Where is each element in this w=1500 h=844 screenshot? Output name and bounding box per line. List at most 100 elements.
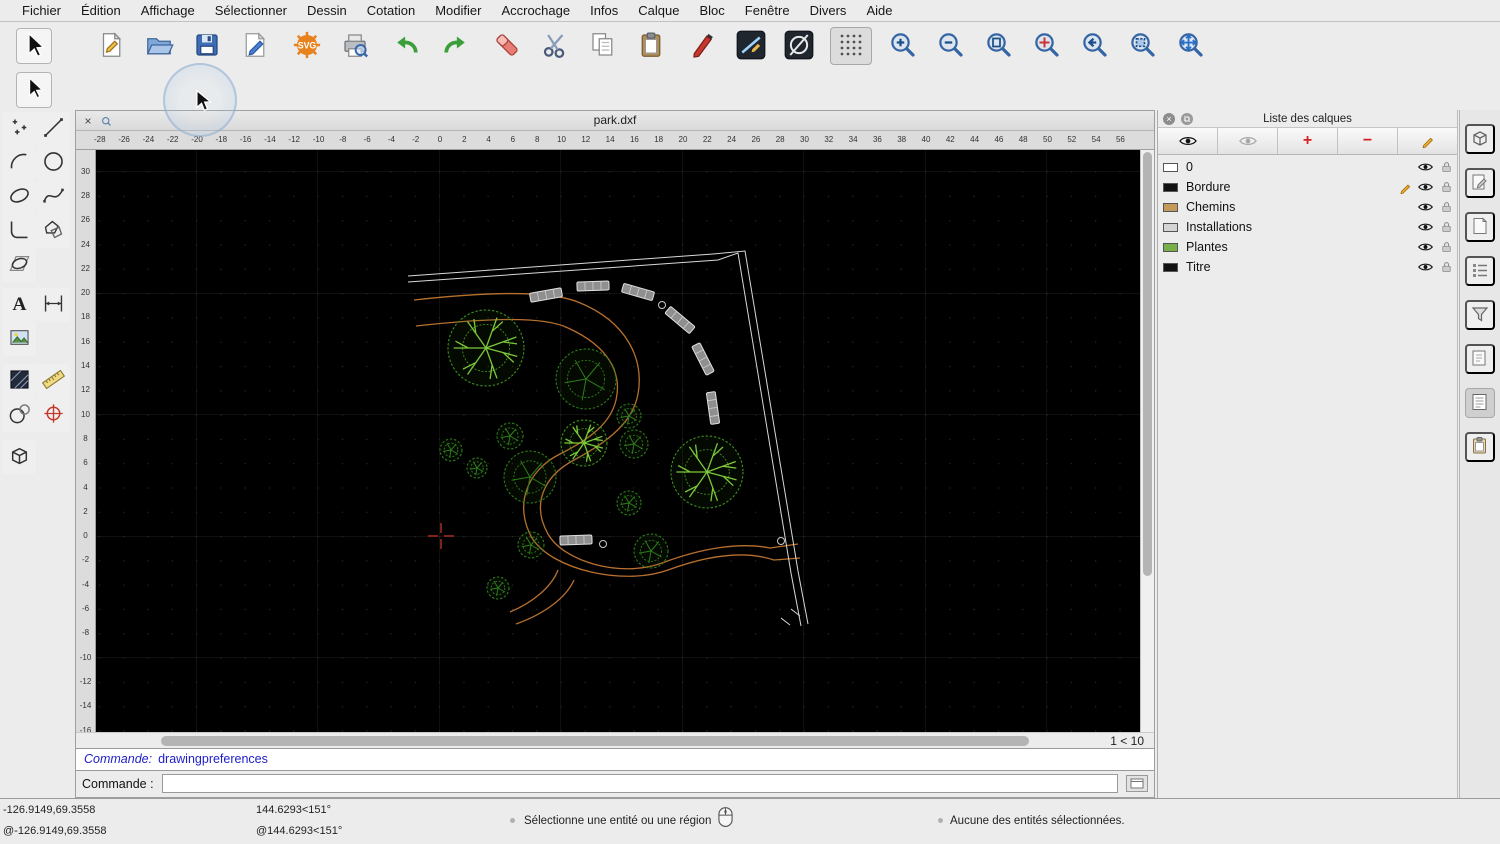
- layer-color-swatch[interactable]: [1163, 162, 1178, 172]
- delete-entities-button[interactable]: [486, 27, 528, 65]
- dock-clipboard-button[interactable]: [1465, 432, 1495, 462]
- menu-item-accrochage[interactable]: Accrochage: [491, 0, 580, 22]
- layer-row-plantes[interactable]: Plantes: [1158, 237, 1457, 257]
- menu-item-fenetre[interactable]: Fenêtre: [735, 0, 800, 22]
- lock-icon[interactable]: [1441, 161, 1452, 173]
- layer-color-swatch[interactable]: [1163, 222, 1178, 232]
- menu-item-infos[interactable]: Infos: [580, 0, 628, 22]
- lock-icon[interactable]: [1441, 261, 1452, 273]
- menu-item-selectionner[interactable]: Sélectionner: [205, 0, 297, 22]
- tool-3d-box-button[interactable]: [2, 440, 36, 474]
- lock-icon[interactable]: [1441, 201, 1452, 213]
- menu-item-cotation[interactable]: Cotation: [357, 0, 425, 22]
- tool-measure-button[interactable]: [36, 364, 70, 398]
- window-close-button[interactable]: ×: [80, 113, 96, 129]
- menu-item-edition[interactable]: Édition: [71, 0, 131, 22]
- layer-row-chemins[interactable]: Chemins: [1158, 197, 1457, 217]
- edit-drawing-button[interactable]: [234, 27, 276, 65]
- lock-icon[interactable]: [1441, 221, 1452, 233]
- eye-icon[interactable]: [1418, 242, 1433, 252]
- add-layer-button[interactable]: +: [1278, 128, 1338, 154]
- zoom-window-button[interactable]: [1122, 27, 1164, 65]
- eye-icon[interactable]: [1418, 262, 1433, 272]
- tool-ellipse-arc-button[interactable]: [2, 248, 36, 282]
- layer-row-0[interactable]: 0: [1158, 157, 1457, 177]
- menu-item-affichage[interactable]: Affichage: [131, 0, 205, 22]
- dock-append-button[interactable]: [1465, 168, 1495, 198]
- tool-line-button[interactable]: [36, 112, 70, 146]
- paste-button[interactable]: [630, 27, 672, 65]
- eye-icon[interactable]: [1418, 222, 1433, 232]
- eye-icon[interactable]: [1418, 162, 1433, 172]
- layer-row-titre[interactable]: Titre: [1158, 257, 1457, 277]
- vertical-scrollbar[interactable]: [1140, 150, 1154, 733]
- dock-page-button[interactable]: [1465, 212, 1495, 242]
- window-zoom-icon[interactable]: [98, 113, 114, 129]
- tool-snap-distance-button[interactable]: [36, 398, 70, 432]
- svg-export-button[interactable]: SVG: [286, 27, 328, 65]
- cut-button[interactable]: [534, 27, 576, 65]
- pen-attributes-button[interactable]: [682, 27, 724, 65]
- menu-item-fichier[interactable]: Fichier: [12, 0, 71, 22]
- copy-button[interactable]: [582, 27, 624, 65]
- layer-row-bordure[interactable]: Bordure: [1158, 177, 1457, 197]
- tool-hatch-button[interactable]: [2, 364, 36, 398]
- horizontal-scrollbar-thumb[interactable]: [161, 735, 1029, 746]
- save-file-button[interactable]: [186, 27, 228, 65]
- hide-all-layers-button[interactable]: [1218, 128, 1278, 154]
- lock-icon[interactable]: [1441, 181, 1452, 193]
- layer-row-installations[interactable]: Installations: [1158, 217, 1457, 237]
- show-all-layers-button[interactable]: [1158, 128, 1218, 154]
- zoom-out-button[interactable]: [930, 27, 972, 65]
- menu-item-dessin[interactable]: Dessin: [297, 0, 357, 22]
- panel-close-button[interactable]: ×: [1163, 113, 1175, 125]
- zoom-pan-button[interactable]: [1170, 27, 1212, 65]
- dock-list-button[interactable]: [1465, 256, 1495, 286]
- tool-points-button[interactable]: [2, 112, 36, 146]
- command-dock-button[interactable]: [1126, 775, 1148, 793]
- tool-text-button[interactable]: A: [2, 288, 36, 322]
- zoom-auto-button[interactable]: [978, 27, 1020, 65]
- tool-corner-button[interactable]: [2, 214, 36, 248]
- layer-color-swatch[interactable]: [1163, 202, 1178, 212]
- remove-layer-button[interactable]: −: [1338, 128, 1398, 154]
- eye-icon[interactable]: [1418, 182, 1433, 192]
- menu-item-aide[interactable]: Aide: [856, 0, 902, 22]
- menu-item-divers[interactable]: Divers: [800, 0, 857, 22]
- open-file-button[interactable]: [138, 27, 180, 65]
- line-attributes-button[interactable]: [730, 27, 772, 65]
- tool-polygon-button[interactable]: [36, 214, 70, 248]
- tool-circle-button[interactable]: [36, 146, 70, 180]
- menu-item-modifier[interactable]: Modifier: [425, 0, 491, 22]
- dock-edit-button[interactable]: [1465, 344, 1495, 374]
- tool-dimension-button[interactable]: [36, 288, 70, 322]
- layer-color-swatch[interactable]: [1163, 262, 1178, 272]
- eye-icon[interactable]: [1418, 202, 1433, 212]
- menu-item-bloc[interactable]: Bloc: [689, 0, 734, 22]
- menu-item-calque[interactable]: Calque: [628, 0, 689, 22]
- tool-image-button[interactable]: [2, 322, 36, 356]
- select-pointer-button[interactable]: [16, 28, 52, 64]
- layer-color-swatch[interactable]: [1163, 242, 1178, 252]
- edit-layer-button[interactable]: [1398, 128, 1457, 154]
- vertical-scrollbar-thumb[interactable]: [1143, 152, 1152, 577]
- entity-attributes-button[interactable]: [778, 27, 820, 65]
- tool-ellipse-button[interactable]: [2, 180, 36, 214]
- selection-tool-button[interactable]: [16, 72, 52, 108]
- undo-button[interactable]: [386, 27, 428, 65]
- print-preview-button[interactable]: [334, 27, 376, 65]
- drawing-canvas[interactable]: [96, 150, 1140, 733]
- zoom-in-button[interactable]: [882, 27, 924, 65]
- layer-color-swatch[interactable]: [1163, 182, 1178, 192]
- lock-icon[interactable]: [1441, 241, 1452, 253]
- tool-arc-button[interactable]: [2, 146, 36, 180]
- dock-notes-button[interactable]: [1465, 388, 1495, 418]
- dock-filter-button[interactable]: [1465, 300, 1495, 330]
- new-document-button[interactable]: [90, 27, 132, 65]
- grid-toggle-button[interactable]: [830, 27, 872, 65]
- redo-button[interactable]: [434, 27, 476, 65]
- tool-spline-button[interactable]: [36, 180, 70, 214]
- zoom-previous-button[interactable]: [1074, 27, 1116, 65]
- horizontal-scrollbar[interactable]: [76, 733, 1096, 749]
- panel-detach-button[interactable]: ⧉: [1181, 113, 1193, 125]
